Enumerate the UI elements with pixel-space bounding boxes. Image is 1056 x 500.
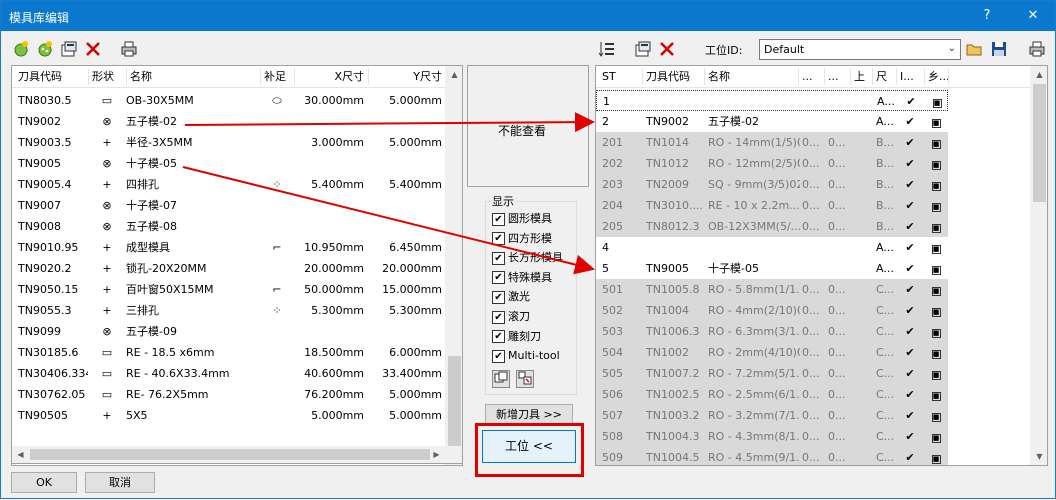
arrow-tn9002-to-station-2 xyxy=(184,112,595,133)
arrow-tn9005-to-station-5 xyxy=(182,166,595,275)
annotation-arrows xyxy=(182,112,595,275)
tool-library-window: 模具库编辑 ? ✕ 刀具代码 形状 名称 补足 X尺寸 Y尺寸 TN8030.5… xyxy=(0,0,1056,499)
